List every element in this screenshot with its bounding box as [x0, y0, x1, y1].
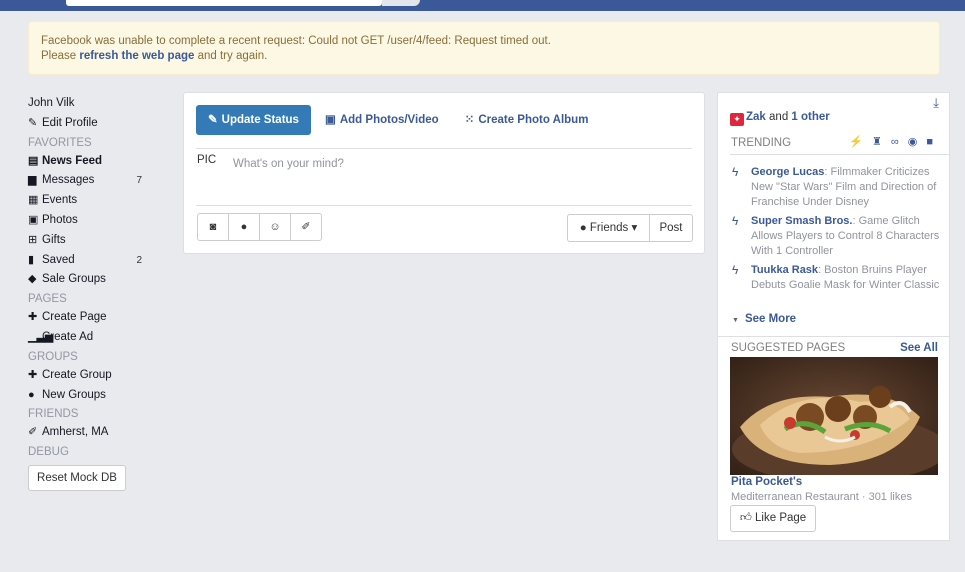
- suggested-page-name[interactable]: Pita Pocket's: [731, 476, 802, 488]
- grid-icon: ⁙: [464, 114, 475, 126]
- caret-down-icon: ▾: [628, 222, 638, 234]
- sidebar-user-name[interactable]: John Vilk: [28, 94, 158, 114]
- birthday-reminder[interactable]: ✦ Zak and 1 other: [730, 111, 830, 126]
- list-item[interactable]: ϟ George Lucas: Filmmaker Criticizes New …: [730, 165, 940, 210]
- left-sidebar: John Vilk ✎ Edit Profile FAVORITES ▤ News …: [28, 94, 158, 492]
- favorites-header: FAVORITES: [28, 136, 92, 149]
- tab-add-photos[interactable]: ▣ Add Photos/Video: [313, 105, 451, 135]
- download-icon[interactable]: ⤓: [933, 95, 939, 111]
- sidebar-item-gifts[interactable]: ⊞ Gifts: [28, 231, 158, 251]
- tags-icon: ◆: [28, 273, 37, 286]
- divider: [196, 205, 692, 206]
- right-sidebar: ⤓ ✦ Zak and 1 other TRENDING ⚡♜∞◉■ ϟ Georg…: [717, 92, 950, 541]
- tower-icon[interactable]: ♜: [872, 136, 891, 148]
- sunglasses-icon[interactable]: ∞: [891, 136, 908, 148]
- pencil-icon: ✎: [208, 114, 218, 126]
- signal-icon: ▁▃▅: [28, 330, 54, 343]
- pushpin-icon: ✐: [28, 426, 38, 439]
- see-more-link[interactable]: ▼ See More: [732, 313, 796, 325]
- calendar-icon: ▦: [28, 194, 39, 207]
- comment-icon: ▆: [28, 174, 37, 187]
- like-page-button[interactable]: 👍︎ Like Page: [730, 505, 816, 532]
- list-item[interactable]: ϟ Tuukka Rask: Boston Bruins Player Debut…: [730, 263, 940, 293]
- suggested-pages-label: SUGGESTED PAGES: [731, 342, 846, 354]
- camera-button[interactable]: ◙: [197, 213, 229, 241]
- refresh-link[interactable]: refresh the web page: [79, 50, 194, 62]
- composer-tools: ◙ ● ☺ ✐: [197, 213, 322, 241]
- trending-list: ϟ George Lucas: Filmmaker Criticizes New …: [730, 165, 940, 297]
- newspaper-icon: ▤: [28, 154, 39, 167]
- plus-icon: ✚: [28, 368, 38, 381]
- pushpin-icon: ✐: [301, 221, 311, 233]
- flash-icon: ϟ: [732, 214, 739, 228]
- alert-line1: Facebook was unable to complete a recent…: [41, 35, 551, 47]
- pages-header: PAGES: [28, 293, 67, 306]
- tab-update-status[interactable]: ✎ Update Status: [196, 105, 311, 135]
- video-icon[interactable]: ■: [926, 136, 942, 148]
- profile-pic-placeholder: PIC: [197, 154, 217, 166]
- tag-friends-button[interactable]: ●: [228, 213, 260, 241]
- sidebar-item-edit-profile[interactable]: ✎ Edit Profile: [28, 114, 158, 134]
- sidebar-item-events[interactable]: ▦ Events: [28, 191, 158, 211]
- divider: [718, 336, 949, 337]
- camera-icon: ◙: [209, 221, 217, 233]
- sidebar-item-messages[interactable]: ▆ Messages 7: [28, 171, 158, 191]
- see-all-link[interactable]: See All: [900, 342, 938, 354]
- plus-icon: ✚: [28, 311, 38, 324]
- sidebar-item-news-feed[interactable]: ▤ News Feed: [28, 152, 158, 172]
- thumbs-up-icon: 👍︎: [739, 512, 756, 524]
- sidebar-item-new-groups[interactable]: ● New Groups: [28, 386, 158, 406]
- record-icon[interactable]: ◉: [908, 136, 927, 148]
- post-button[interactable]: Post: [649, 214, 693, 242]
- friends-header: FRIENDS: [28, 408, 79, 421]
- trending-header: TRENDING ⚡♜∞◉■: [730, 133, 950, 155]
- sidebar-item-create-page[interactable]: ✚ Create Page: [28, 308, 158, 328]
- user-icon: ●: [240, 221, 248, 233]
- messages-count: 7: [136, 175, 142, 187]
- bookmark-icon: ▮: [28, 253, 35, 266]
- pencil-icon: ✎: [28, 116, 38, 129]
- gift-icon: ⊞: [28, 233, 38, 246]
- sidebar-item-sale-groups[interactable]: ◆ Sale Groups: [28, 270, 158, 290]
- flash-icon: ϟ: [732, 263, 739, 277]
- check-in-button[interactable]: ✐: [290, 213, 322, 241]
- status-composer: ✎ Update Status ▣ Add Photos/Video ⁙ Create…: [183, 92, 705, 254]
- trending-label: TRENDING: [731, 137, 792, 149]
- flash-icon[interactable]: ⚡: [849, 136, 872, 148]
- user-icon: ●: [28, 388, 35, 401]
- feeling-button[interactable]: ☺: [259, 213, 291, 241]
- flash-icon: ϟ: [732, 165, 739, 179]
- groups-header: GROUPS: [28, 350, 78, 363]
- status-input[interactable]: What's on your mind?: [233, 158, 344, 170]
- divider: [196, 148, 692, 149]
- sidebar-item-create-group[interactable]: ✚ Create Group: [28, 366, 158, 386]
- user-icon: ●: [579, 222, 590, 234]
- smiley-icon: ☺: [269, 221, 281, 233]
- error-alert: Facebook was unable to complete a recent…: [28, 21, 940, 75]
- tab-create-album[interactable]: ⁙ Create Photo Album: [453, 105, 601, 135]
- chevron-down-icon: ▼: [732, 317, 739, 324]
- sidebar-item-create-ad[interactable]: ▁▃▅Create Ad: [28, 328, 158, 348]
- picture-icon: ▣: [28, 213, 39, 226]
- alert-line2: Please refresh the web page and try agai…: [41, 50, 268, 62]
- saved-count: 2: [136, 254, 142, 266]
- trending-category-icons[interactable]: ⚡♜∞◉■: [849, 135, 942, 148]
- suggested-page-meta: Mediterranean Restaurant · 301 likes: [731, 491, 912, 503]
- list-item[interactable]: ϟ Super Smash Bros.: Game Glitch Allows P…: [730, 214, 940, 259]
- top-navbar: [0, 0, 965, 11]
- sidebar-item-location[interactable]: ✐ Amherst, MA: [28, 423, 158, 443]
- debug-header: DEBUG: [28, 446, 69, 459]
- reset-mock-db-button[interactable]: Reset Mock DB: [28, 465, 126, 492]
- picture-icon: ▣: [324, 114, 336, 126]
- search-button[interactable]: [382, 0, 420, 6]
- gift-icon: ✦: [730, 113, 744, 126]
- audience-dropdown[interactable]: ● Friends ▾: [567, 214, 650, 242]
- sidebar-item-photos[interactable]: ▣ Photos: [28, 211, 158, 231]
- composer-tabs: ✎ Update Status ▣ Add Photos/Video ⁙ Create…: [196, 105, 602, 135]
- search-input[interactable]: [66, 0, 382, 6]
- page-photo[interactable]: [730, 357, 938, 475]
- sidebar-item-saved[interactable]: ▮ Saved 2: [28, 251, 158, 271]
